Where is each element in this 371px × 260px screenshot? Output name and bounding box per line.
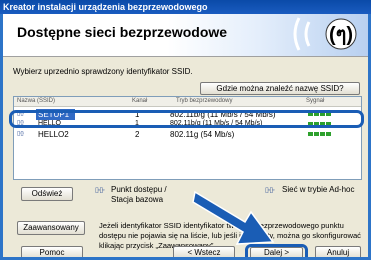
signal-bar — [326, 132, 331, 136]
next-button-highlight — [245, 244, 308, 257]
signal-bar — [314, 132, 319, 136]
table-row[interactable]: ▯◦▯◦ HELLO2 2 802.11g (54 Mb/s) — [14, 129, 361, 140]
wireless-icon: (ๆ) — [293, 17, 357, 51]
column-header: Nazwa (SSID) — [17, 98, 56, 104]
signal-bar — [320, 132, 325, 136]
table-header: Nazwa (SSID) Kanał Tryb bezprzewodowy Sy… — [14, 97, 361, 107]
ssid-help-button[interactable]: Gdzie można znaleźć nazwę SSID? — [200, 82, 360, 95]
legend-adhoc: Sieć w trybie Ad-hoc — [282, 185, 355, 194]
mode-cell: 802.11g (54 Mb/s) — [170, 130, 235, 139]
access-point-icon: ▯◦▯◦ — [17, 131, 24, 137]
advanced-button[interactable]: Zaawansowany — [17, 221, 85, 235]
column-header: Tryb bezprzewodowy — [176, 98, 233, 104]
column-header: Kanał — [132, 98, 148, 104]
page-title: Dostępne sieci bezprzewodowe — [17, 24, 228, 40]
network-table[interactable]: Nazwa (SSID) Kanał Tryb bezprzewodowy Sy… — [13, 96, 362, 180]
arrow-pointer-icon — [192, 190, 275, 245]
access-point-icon: ▯◦▯◦ — [95, 187, 105, 194]
window-title: Kreator instalacji urządzenia bezprzewod… — [0, 0, 371, 14]
svg-text:(ๆ): (ๆ) — [329, 24, 353, 46]
signal-bar — [308, 132, 313, 136]
legend-access-point: Punkt dostępu / Stacja bazowa — [111, 185, 167, 204]
back-button[interactable]: < Wstecz — [173, 246, 235, 257]
refresh-button[interactable]: Odśwież — [21, 187, 73, 201]
channel-cell: 2 — [135, 130, 140, 139]
selected-network-highlight — [9, 110, 364, 128]
banner: Dostępne sieci bezprzewodowe (ๆ) — [3, 14, 368, 57]
cancel-button[interactable]: Anuluj — [315, 246, 361, 257]
instruction-text: Wybierz uprzednio sprawdzony identyfikat… — [13, 67, 193, 76]
ssid-cell: HELLO2 — [38, 130, 69, 139]
help-button[interactable]: Pomoc — [21, 246, 83, 257]
wizard-window: Dostępne sieci bezprzewodowe (ๆ) Wybierz… — [3, 14, 368, 257]
column-header: Sygnał — [306, 98, 325, 104]
